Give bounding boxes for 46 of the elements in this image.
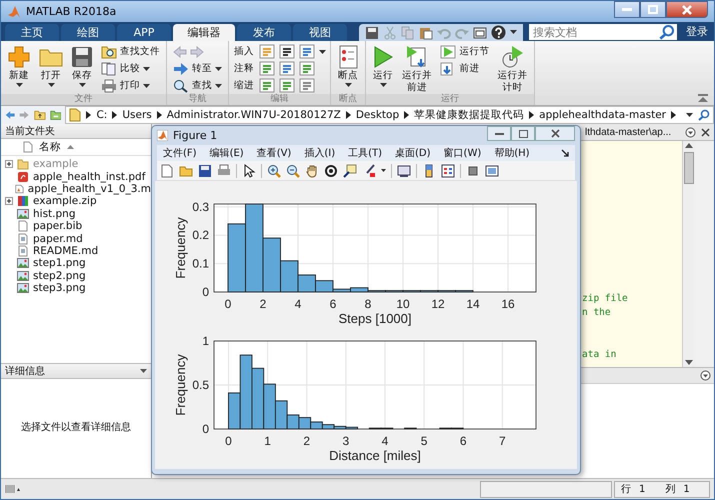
tick-label: 8 — [364, 297, 372, 311]
tick-label: 0 — [202, 422, 209, 436]
tick-label: 0 — [225, 434, 232, 448]
tick-label: 1 — [202, 334, 209, 348]
tick-label: 6 — [460, 434, 467, 448]
tick-label: 0.1 — [192, 256, 209, 271]
status-label: 列 — [665, 483, 676, 496]
group-label: 导航 — [167, 94, 228, 105]
panel-title: 当前文件夹 — [5, 124, 55, 138]
tick-label: 1 — [264, 434, 271, 448]
group-label: 编辑 — [229, 94, 330, 105]
tick-label: 14 — [466, 297, 480, 311]
group-label: 运行 — [366, 94, 534, 105]
axis-label: Frequency — [173, 354, 188, 416]
status-value: 1 — [683, 484, 690, 494]
axis-label: Frequency — [173, 217, 188, 279]
tick-label: 0.3 — [192, 200, 209, 214]
tick-label: 3 — [342, 434, 350, 448]
tick-label: 10 — [396, 297, 410, 311]
tick-label: 12 — [431, 297, 445, 311]
column-title: 名称 — [39, 140, 61, 154]
details-message: 选择文件以查看详细信息 — [21, 420, 131, 434]
panel-title: 详细信息 — [5, 364, 45, 378]
status-label: 行 — [621, 483, 631, 496]
axis-label: Steps [1000] — [338, 311, 412, 326]
tick-label: 0.5 — [192, 378, 209, 392]
tick-label: 2 — [260, 297, 266, 311]
group-label: 文件 — [1, 94, 166, 105]
code-line: n the — [582, 307, 612, 320]
window-title: Figure 1 — [173, 128, 218, 142]
status-value: 1 — [639, 484, 646, 494]
window-title: MATLAB R2018a — [26, 5, 116, 18]
axis-label: Distance [miles] — [329, 448, 421, 463]
tick-label: 4 — [382, 434, 388, 448]
tick-label: 5 — [420, 434, 428, 448]
tick-label: 0 — [202, 285, 209, 299]
tick-label: 7 — [499, 434, 506, 448]
tick-label: 2 — [303, 434, 310, 448]
tick-label: 0.2 — [192, 228, 209, 242]
tick-label: 16 — [501, 297, 515, 311]
code-line: ata in — [582, 349, 618, 362]
tick-label: 0 — [224, 297, 232, 311]
tick-label: 4 — [294, 297, 302, 311]
tick-label: 6 — [330, 297, 336, 311]
group-label: 断点 — [331, 94, 365, 105]
code-line: zip file — [582, 293, 629, 306]
